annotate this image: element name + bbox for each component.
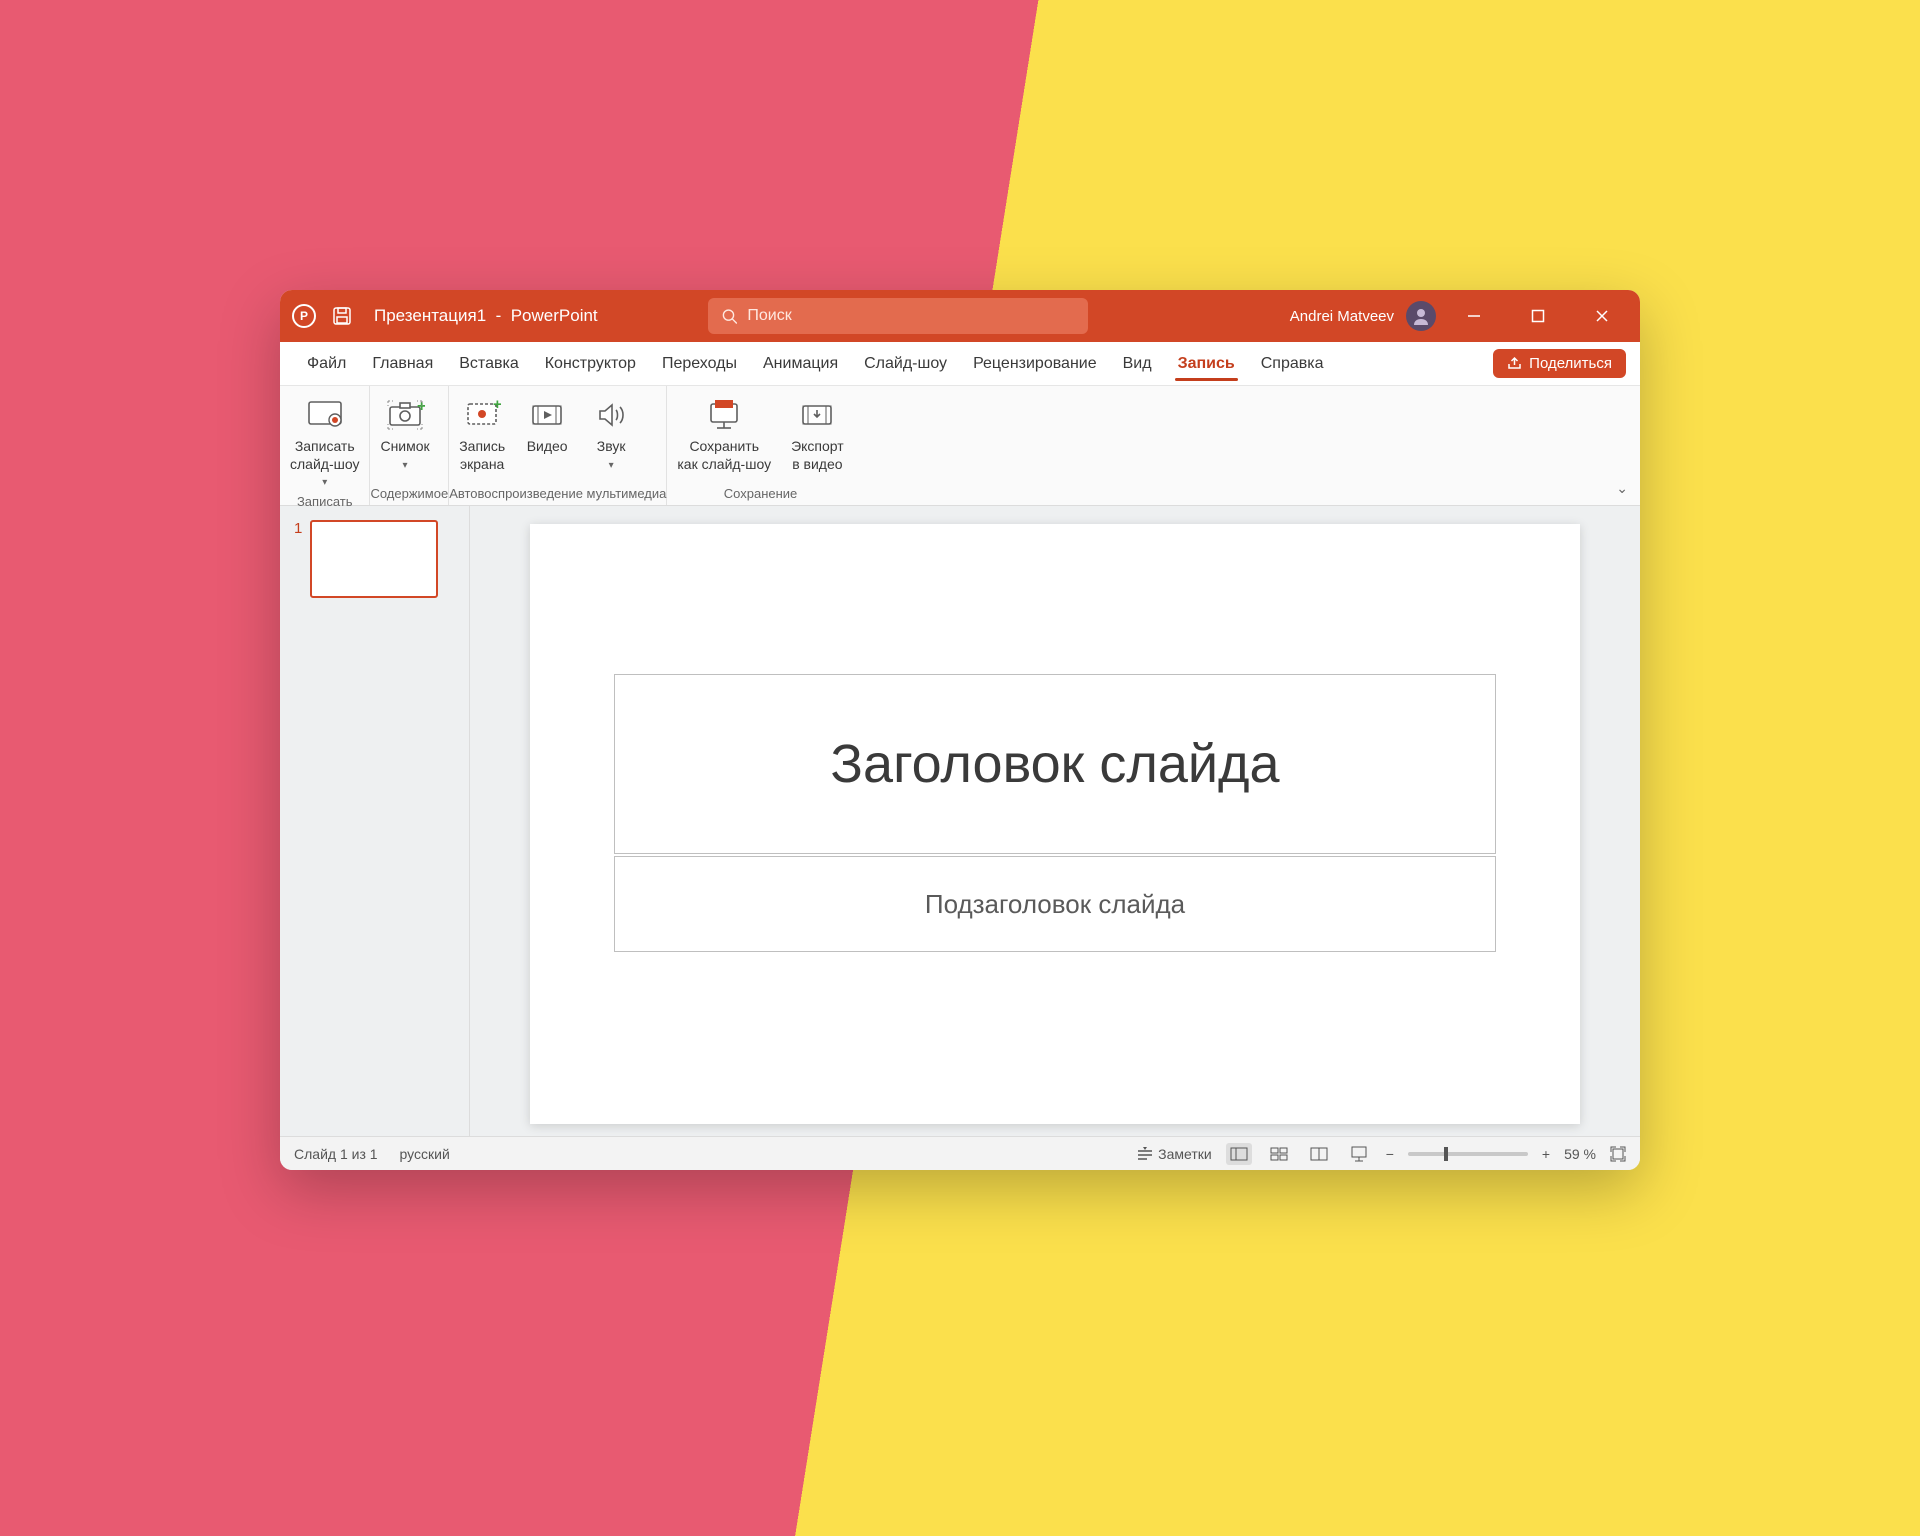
search-input[interactable] (747, 307, 1073, 325)
document-title: Презентация1 - PowerPoint (374, 306, 598, 326)
screen-record-button[interactable]: + Запись экрана (449, 392, 515, 482)
notes-button[interactable]: Заметки (1137, 1146, 1212, 1162)
ribbon-group-save: Сохранить как слайд-шоу Экспорт в видео … (667, 386, 853, 505)
fit-to-window-button[interactable] (1610, 1146, 1626, 1162)
ribbon-group-label: Содержимое (370, 482, 448, 505)
export-video-button[interactable]: Экспорт в видео (781, 392, 854, 482)
slide-title-placeholder[interactable]: Заголовок слайда (614, 674, 1496, 854)
share-icon (1507, 356, 1522, 371)
slide-thumbnail-panel[interactable]: 1 (280, 506, 470, 1136)
ribbon-group-label: Записать (280, 490, 369, 513)
thumbnail-row[interactable]: 1 (294, 520, 455, 598)
slide-canvas-area[interactable]: Заголовок слайда Подзаголовок слайда (470, 506, 1640, 1136)
screenshot-button[interactable]: + Снимок ▾ (370, 392, 439, 482)
collapse-ribbon-button[interactable]: ⌄ (1616, 480, 1628, 497)
ribbon-group-media: + Запись экрана Видео (449, 386, 667, 505)
slide-subtitle-placeholder[interactable]: Подзаголовок слайда (614, 856, 1496, 952)
slide-counter: Слайд 1 из 1 (294, 1146, 378, 1162)
tab-insert[interactable]: Вставка (446, 342, 531, 385)
share-button[interactable]: Поделиться (1493, 349, 1626, 378)
video-icon (529, 398, 565, 432)
language-indicator[interactable]: русский (400, 1146, 450, 1162)
fit-icon (1610, 1146, 1626, 1162)
ribbon: Записать слайд-шоу ▾ Записать + (280, 386, 1640, 506)
thumbnail-number: 1 (294, 520, 302, 537)
record-slideshow-icon (305, 398, 345, 432)
status-bar: Слайд 1 из 1 русский Заметки − + 59 % (280, 1136, 1640, 1170)
slide-thumbnail[interactable] (310, 520, 438, 598)
user-name[interactable]: Andrei Matveev (1290, 308, 1394, 325)
tab-review[interactable]: Рецензирование (960, 342, 1110, 385)
camera-icon: + (385, 398, 425, 432)
video-button[interactable]: Видео (515, 392, 579, 482)
save-as-slideshow-button[interactable]: Сохранить как слайд-шоу (667, 392, 781, 482)
app-logo-icon: P (292, 304, 316, 328)
titlebar: P Презентация1 - PowerPoint Andrei Matve… (280, 290, 1640, 342)
zoom-slider[interactable] (1408, 1152, 1528, 1156)
reading-view-button[interactable] (1306, 1143, 1332, 1165)
ribbon-group-label: Автовоспроизведение мультимедиа (449, 482, 666, 505)
chevron-down-icon: ▾ (403, 460, 408, 473)
tab-help[interactable]: Справка (1248, 342, 1337, 385)
app-window: P Презентация1 - PowerPoint Andrei Matve… (280, 290, 1640, 1170)
tab-transitions[interactable]: Переходы (649, 342, 750, 385)
chevron-down-icon: ▾ (609, 460, 614, 473)
ribbon-group-label: Сохранение (667, 482, 853, 505)
ribbon-group-content: + Снимок ▾ Содержимое (370, 386, 449, 505)
tab-home[interactable]: Главная (359, 342, 446, 385)
close-button[interactable] (1576, 290, 1628, 342)
svg-text:+: + (493, 398, 501, 413)
tab-design[interactable]: Конструктор (532, 342, 649, 385)
zoom-out-button[interactable]: − (1386, 1146, 1394, 1162)
slideshow-view-button[interactable] (1346, 1143, 1372, 1165)
tab-animation[interactable]: Анимация (750, 342, 851, 385)
maximize-button[interactable] (1512, 290, 1564, 342)
save-slideshow-icon (705, 398, 743, 432)
notes-icon (1137, 1147, 1153, 1161)
tab-record[interactable]: Запись (1165, 342, 1248, 385)
save-button[interactable] (332, 306, 352, 326)
normal-view-button[interactable] (1226, 1143, 1252, 1165)
user-avatar[interactable] (1406, 301, 1436, 331)
workspace: 1 Заголовок слайда Подзаголовок слайда (280, 506, 1640, 1136)
tab-file[interactable]: Файл (294, 342, 359, 385)
record-slideshow-button[interactable]: Записать слайд-шоу ▾ (280, 392, 369, 490)
zoom-in-button[interactable]: + (1542, 1146, 1550, 1162)
ribbon-tabs: Файл Главная Вставка Конструктор Переход… (280, 342, 1640, 386)
export-video-icon (799, 398, 835, 432)
tab-slideshow[interactable]: Слайд-шоу (851, 342, 960, 385)
search-icon (722, 308, 738, 325)
speaker-icon (594, 398, 628, 432)
minimize-button[interactable] (1448, 290, 1500, 342)
chevron-down-icon: ▾ (322, 477, 327, 490)
screen-record-icon: + (463, 398, 501, 432)
sorter-view-button[interactable] (1266, 1143, 1292, 1165)
ribbon-group-record: Записать слайд-шоу ▾ Записать (280, 386, 370, 505)
slide[interactable]: Заголовок слайда Подзаголовок слайда (530, 524, 1580, 1124)
search-box[interactable] (708, 298, 1088, 334)
audio-button[interactable]: Звук ▾ (579, 392, 643, 482)
tab-view[interactable]: Вид (1110, 342, 1165, 385)
zoom-level[interactable]: 59 % (1564, 1146, 1596, 1162)
